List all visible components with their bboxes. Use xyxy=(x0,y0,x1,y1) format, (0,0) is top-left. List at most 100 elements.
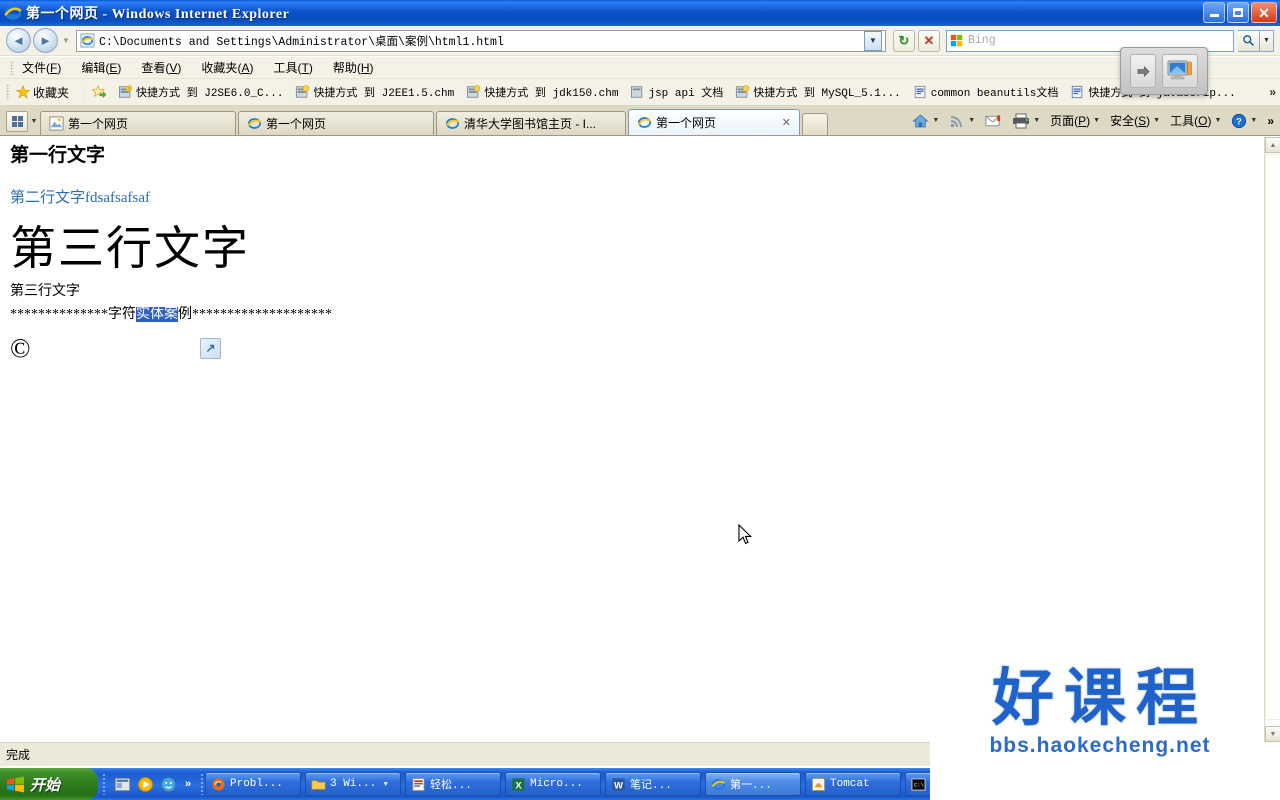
messenger-icon[interactable] xyxy=(160,776,177,793)
tab-label: 第一个网页 xyxy=(656,116,717,130)
tools-menu-button[interactable]: 工具(O) ▼ xyxy=(1166,110,1225,131)
tab-item[interactable]: 清华大学图书馆主页 - I... xyxy=(436,111,626,135)
tools-menu-label: 工具 xyxy=(1170,114,1195,128)
start-button[interactable]: 开始 xyxy=(0,768,98,800)
scrollbar-thumb[interactable] xyxy=(1265,154,1280,720)
vertical-scrollbar[interactable]: ▲ ▼ xyxy=(1264,137,1280,742)
monitor-icon xyxy=(1167,60,1192,80)
tab-item-active[interactable]: 第一个网页 ✕ xyxy=(628,109,800,135)
menu-help[interactable]: 帮助(H) xyxy=(333,59,374,76)
floating-toolbar-popup[interactable] xyxy=(1120,47,1208,95)
svg-text:X: X xyxy=(515,780,522,790)
quick-launch-grip-icon[interactable] xyxy=(102,773,107,795)
new-tab-button[interactable] xyxy=(802,113,828,135)
close-button[interactable]: ✕ xyxy=(1251,2,1277,23)
menu-view[interactable]: 查看(V) xyxy=(141,59,181,76)
address-dropdown-button[interactable]: ▼ xyxy=(864,30,882,51)
favorites-grip-icon[interactable] xyxy=(6,84,10,100)
symbols-row: © ↗ xyxy=(10,331,1264,365)
app-icon xyxy=(412,777,425,791)
menu-view-label: 查看 xyxy=(141,61,166,75)
minimize-button[interactable] xyxy=(1203,2,1225,23)
entity-text-plain-b: 例 xyxy=(178,307,192,323)
tools-menu-caret-icon: ▼ xyxy=(1214,117,1222,124)
favorite-item[interactable]: 快捷方式 到 jdk150.chm xyxy=(466,84,618,100)
tab-item[interactable]: 第一个网页 xyxy=(40,111,236,135)
task-button[interactable]: 3 Wi... ▼ xyxy=(305,772,401,796)
second-line-link[interactable]: 第二行文字fdsafsafsaf xyxy=(10,186,1264,207)
refresh-button[interactable]: ↻ xyxy=(893,29,915,52)
favorite-item[interactable]: 快捷方式 到 J2EE1.5.chm xyxy=(295,84,454,100)
recent-pages-dropdown[interactable]: ▼ xyxy=(60,36,72,45)
help-icon: ? xyxy=(1232,113,1247,128)
print-button[interactable]: ▼ xyxy=(1008,111,1044,131)
tab-close-icon[interactable]: ✕ xyxy=(782,116,791,129)
menu-file-label: 文件 xyxy=(22,61,47,75)
task-button-label: 第一... xyxy=(730,780,772,792)
security-menu-accel: S xyxy=(1138,113,1147,128)
doc-shortcut-icon xyxy=(914,85,926,99)
search-options-dropdown[interactable]: ▼ xyxy=(1260,29,1274,52)
command-bar: ▼ ▼ ▼ 页面 (P) ▼ 安全 (S) ▼ 工具 (O) ▼ ?… xyxy=(908,110,1278,131)
window-title: 第一个网页 - Windows Internet Explorer xyxy=(26,7,290,22)
show-desktop-icon[interactable] xyxy=(114,776,131,793)
task-button-caret-icon[interactable]: ▼ xyxy=(382,781,389,788)
menu-file[interactable]: 文件(F) xyxy=(22,59,61,76)
paragraph-third-line: 第三行文字 xyxy=(10,284,80,300)
favorites-bar: 收藏夹 ? 快捷方式 到 J2SE6.0_C... 快捷方式 到 J2EE1.5… xyxy=(0,79,1280,106)
task-button[interactable]: 轻松... xyxy=(405,772,501,796)
command-bar-overflow[interactable]: » xyxy=(1263,112,1278,130)
page-menu-button[interactable]: 页面(P) ▼ xyxy=(1046,110,1104,131)
feeds-caret-icon: ▼ xyxy=(968,117,976,124)
favorite-item[interactable]: 快捷方式 到 MySQL_5.1... xyxy=(735,84,901,100)
quick-launch-overflow[interactable]: » xyxy=(185,778,191,790)
favorite-item[interactable]: jsp api 文档 xyxy=(630,84,723,100)
task-button-label: Probl... xyxy=(230,778,283,790)
popup-monitor-button[interactable] xyxy=(1162,54,1198,88)
arrow-right-icon xyxy=(1137,65,1150,77)
add-favorite-icon xyxy=(92,85,107,98)
task-button[interactable]: W 笔记... xyxy=(605,772,701,796)
refresh-icon: ↻ xyxy=(898,32,910,48)
menu-favorites[interactable]: 收藏夹(A) xyxy=(201,59,253,76)
favorite-item-label: 快捷方式 到 J2SE6.0_C... xyxy=(136,88,284,100)
favorite-item[interactable]: common beanutils文档 xyxy=(913,84,1058,100)
feeds-button[interactable]: ▼ xyxy=(945,111,979,131)
home-button[interactable]: ▼ xyxy=(908,111,943,131)
search-go-button[interactable] xyxy=(1238,29,1260,52)
media-player-icon[interactable] xyxy=(137,776,154,793)
back-button[interactable]: ◄ xyxy=(6,28,31,53)
quick-tabs-button[interactable] xyxy=(6,111,28,132)
task-button-label: Tomcat xyxy=(830,778,870,790)
task-button[interactable]: Tomcat xyxy=(805,772,901,796)
entity-text-selected[interactable]: 实体案 xyxy=(136,307,178,323)
page-menu-accel: P xyxy=(1078,113,1087,128)
menu-edit[interactable]: 编辑(E) xyxy=(81,59,121,76)
add-favorite-button[interactable] xyxy=(92,85,107,99)
scroll-up-button[interactable]: ▲ xyxy=(1265,137,1280,153)
menu-tools[interactable]: 工具(T) xyxy=(273,59,312,76)
broken-image-icon[interactable]: ↗ xyxy=(200,337,221,359)
mail-button[interactable] xyxy=(981,112,1006,130)
task-button[interactable]: Probl... xyxy=(205,772,301,796)
forward-button[interactable]: ► xyxy=(33,28,58,53)
tab-list-dropdown[interactable]: ▼ xyxy=(28,111,40,132)
maximize-button[interactable] xyxy=(1227,2,1249,23)
page-menu-caret-icon: ▼ xyxy=(1093,117,1101,124)
help-menu-button[interactable]: ? ▼ xyxy=(1227,111,1261,131)
popup-arrow-button[interactable] xyxy=(1130,54,1156,88)
tab-item[interactable]: 第一个网页 xyxy=(238,111,434,135)
address-bar[interactable]: C:\Documents and Settings\Administrator\… xyxy=(76,29,886,52)
security-menu-button[interactable]: 安全(S) ▼ xyxy=(1106,110,1164,131)
stop-button[interactable]: ✕ xyxy=(918,29,940,52)
feeds-icon xyxy=(950,115,963,127)
menu-grip-icon[interactable] xyxy=(10,60,14,75)
task-button-active[interactable]: 第一... xyxy=(705,772,801,796)
second-line-en: fdsafsafsaf xyxy=(85,189,150,206)
favorite-item[interactable]: ? 快捷方式 到 J2SE6.0_C... xyxy=(118,84,283,100)
scroll-down-button[interactable]: ▼ xyxy=(1265,726,1280,742)
favorites-overflow-button[interactable]: » xyxy=(1269,85,1276,99)
svg-text:W: W xyxy=(614,780,623,790)
favorites-button[interactable]: 收藏夹 xyxy=(16,84,69,101)
task-button[interactable]: X Micro... xyxy=(505,772,601,796)
